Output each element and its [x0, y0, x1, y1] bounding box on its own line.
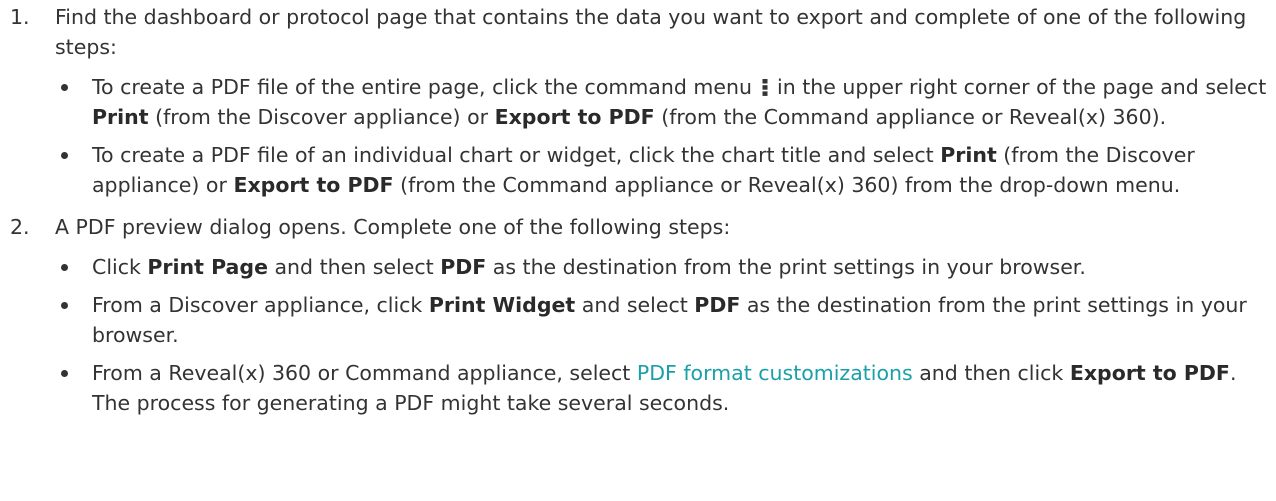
bullet-icon: [61, 302, 68, 309]
bullet-text: as the destination from the print settin…: [492, 255, 1086, 279]
bullet-icon: [61, 264, 68, 271]
ui-term-print-page: Print Page: [147, 255, 268, 279]
step-number: 2.: [10, 215, 30, 239]
bullet-text: From a Reveal(x) 360 or Command applianc…: [92, 361, 631, 385]
bullet-icon: [61, 84, 68, 91]
ui-term-export-to-pdf: Export to PDF: [1069, 361, 1230, 385]
pdf-format-customizations-link[interactable]: PDF format customizations: [637, 361, 913, 385]
step-1-bullets: To create a PDF file of the entire page,…: [55, 72, 1270, 200]
bullet-text: and then click: [919, 361, 1064, 385]
ui-term-export-to-pdf: Export to PDF: [233, 173, 394, 197]
bullet-text: in the upper right corner of the page an…: [777, 75, 1267, 99]
step-2-bullets: Click Print Page and then select PDF as …: [55, 252, 1270, 418]
list-item: From a Reveal(x) 360 or Command applianc…: [55, 358, 1270, 418]
bullet-text: and select: [581, 293, 688, 317]
bullet-text: To create a PDF file of the entire page,…: [92, 75, 752, 99]
ui-term-pdf: PDF: [694, 293, 741, 317]
bullet-text: (from the Discover appliance) or: [155, 105, 489, 129]
step-text: A PDF preview dialog opens. Complete one…: [55, 215, 731, 239]
step-number: 1.: [10, 5, 30, 29]
list-item: From a Discover appliance, click Print W…: [55, 290, 1270, 350]
bullet-text: (from the Command appliance or Reveal(x)…: [661, 105, 1167, 129]
bullet-icon: [61, 152, 68, 159]
step-1: 1. Find the dashboard or protocol page t…: [0, 2, 1276, 200]
vertical-ellipsis-icon: [762, 79, 767, 96]
ui-term-pdf: PDF: [440, 255, 487, 279]
ui-term-print: Print: [92, 105, 149, 129]
ui-term-print: Print: [940, 143, 997, 167]
document-body: 1. Find the dashboard or protocol page t…: [0, 0, 1276, 501]
step-text: Find the dashboard or protocol page that…: [55, 5, 1247, 59]
bullet-text: To create a PDF file of an individual ch…: [92, 143, 934, 167]
ui-term-print-widget: Print Widget: [428, 293, 576, 317]
bullet-text: (from the Command appliance or Reveal(x)…: [400, 173, 1181, 197]
bullet-icon: [61, 370, 68, 377]
step-2: 2. A PDF preview dialog opens. Complete …: [0, 212, 1276, 418]
list-item: To create a PDF file of an individual ch…: [55, 140, 1270, 200]
bullet-text: From a Discover appliance, click: [92, 293, 423, 317]
list-item: Click Print Page and then select PDF as …: [55, 252, 1270, 282]
list-item: To create a PDF file of the entire page,…: [55, 72, 1270, 132]
bullet-text: Click: [92, 255, 141, 279]
ui-term-export-to-pdf: Export to PDF: [494, 105, 655, 129]
bullet-text: and then select: [274, 255, 434, 279]
